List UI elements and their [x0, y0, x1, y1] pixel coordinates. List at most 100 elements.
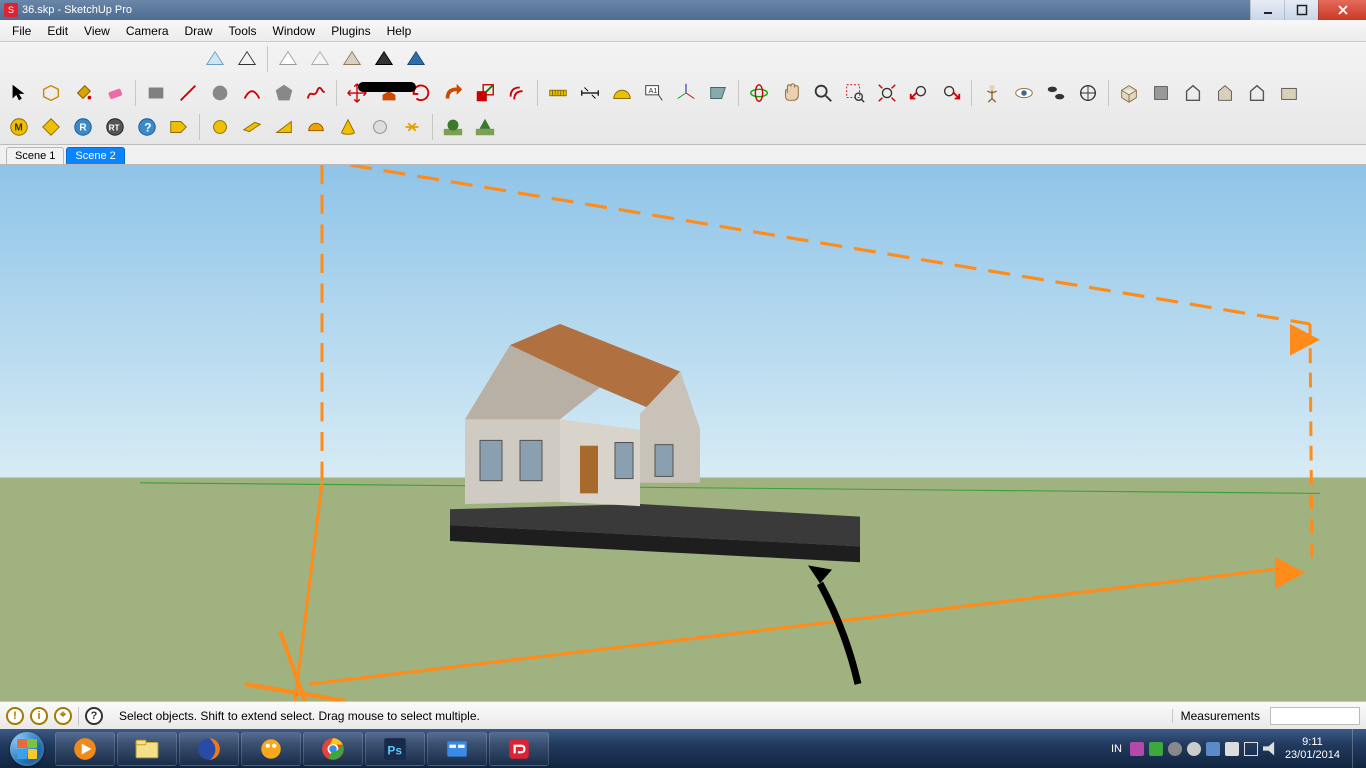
shadow-icon[interactable]	[1073, 78, 1103, 108]
next-icon[interactable]	[936, 78, 966, 108]
tray-icon-3[interactable]	[1168, 742, 1182, 756]
paint-bucket-icon[interactable]	[68, 78, 98, 108]
protractor-icon[interactable]	[607, 78, 637, 108]
make-component-icon[interactable]	[36, 78, 66, 108]
dimension-icon[interactable]	[575, 78, 605, 108]
plugin-tag-icon[interactable]	[164, 112, 194, 142]
menu-camera[interactable]: Camera	[118, 22, 177, 40]
eraser-icon[interactable]	[100, 78, 130, 108]
style-1-icon[interactable]	[200, 44, 230, 74]
plugin-sphere-icon[interactable]	[205, 112, 235, 142]
status-info-icon[interactable]: !	[6, 707, 24, 725]
taskbar-firefox-icon[interactable]	[179, 732, 239, 766]
maximize-button[interactable]	[1284, 0, 1318, 20]
menu-file[interactable]: File	[4, 22, 39, 40]
plugin-tri-icon[interactable]	[269, 112, 299, 142]
tray-battery-icon[interactable]	[1244, 742, 1258, 756]
status-help-icon[interactable]: ?	[85, 707, 103, 725]
axes-icon[interactable]	[671, 78, 701, 108]
plugin-help-icon[interactable]: ?	[132, 112, 162, 142]
followme-icon[interactable]	[438, 78, 468, 108]
taskbar-sketchup-icon[interactable]	[489, 732, 549, 766]
tray-date: 23/01/2014	[1285, 749, 1340, 762]
menu-view[interactable]: View	[76, 22, 118, 40]
menu-edit[interactable]: Edit	[39, 22, 76, 40]
iso-view-icon[interactable]	[1114, 78, 1144, 108]
scale-icon[interactable]	[470, 78, 500, 108]
text-icon[interactable]: A1	[639, 78, 669, 108]
taskbar-app-blue-icon[interactable]	[427, 732, 487, 766]
style-4-icon[interactable]	[305, 44, 335, 74]
plugin-tree2-icon[interactable]	[470, 112, 500, 142]
select-tool-icon[interactable]	[4, 78, 34, 108]
position-camera-icon[interactable]	[977, 78, 1007, 108]
tray-icon-5[interactable]	[1206, 742, 1220, 756]
front-view-icon[interactable]	[1178, 78, 1208, 108]
look-around-icon[interactable]	[1009, 78, 1039, 108]
orbit-icon[interactable]	[744, 78, 774, 108]
menu-help[interactable]: Help	[379, 22, 420, 40]
start-button[interactable]	[0, 729, 54, 768]
style-5-icon[interactable]	[337, 44, 367, 74]
taskbar-explorer-icon[interactable]	[117, 732, 177, 766]
plugin-x-icon[interactable]	[397, 112, 427, 142]
right-view-icon[interactable]	[1210, 78, 1240, 108]
top-view-icon[interactable]	[1146, 78, 1176, 108]
tray-icon-1[interactable]	[1130, 742, 1144, 756]
plugin-r-icon[interactable]: R	[68, 112, 98, 142]
status-user-icon[interactable]: i	[30, 707, 48, 725]
section-icon[interactable]	[703, 78, 733, 108]
plugin-ball-icon[interactable]	[365, 112, 395, 142]
plugin-plane-icon[interactable]	[237, 112, 267, 142]
offset-icon[interactable]	[502, 78, 532, 108]
taskbar-photoshop-icon[interactable]: Ps	[365, 732, 425, 766]
plugin-dome-icon[interactable]	[301, 112, 331, 142]
show-desktop-button[interactable]	[1352, 729, 1360, 768]
freehand-icon[interactable]	[301, 78, 331, 108]
tray-icon-2[interactable]	[1149, 742, 1163, 756]
plugin-m-icon[interactable]: M	[4, 112, 34, 142]
polygon-icon[interactable]	[269, 78, 299, 108]
viewport-3d[interactable]	[0, 165, 1366, 701]
circle-icon[interactable]	[205, 78, 235, 108]
tray-icon-4[interactable]	[1187, 742, 1201, 756]
tray-volume-icon[interactable]	[1263, 742, 1277, 756]
taskbar-app-orange-icon[interactable]	[241, 732, 301, 766]
menu-window[interactable]: Window	[265, 22, 324, 40]
scene-tab-1[interactable]: Scene 1	[6, 147, 64, 164]
plugin-diamond-icon[interactable]	[36, 112, 66, 142]
menu-plugins[interactable]: Plugins	[323, 22, 378, 40]
zoom-icon[interactable]	[808, 78, 838, 108]
left-view-icon[interactable]	[1274, 78, 1304, 108]
style-3-icon[interactable]	[273, 44, 303, 74]
tray-network-icon[interactable]	[1225, 742, 1239, 756]
plugin-cone-icon[interactable]	[333, 112, 363, 142]
close-button[interactable]	[1318, 0, 1366, 20]
style-6-icon[interactable]	[369, 44, 399, 74]
line-icon[interactable]	[173, 78, 203, 108]
rectangle-icon[interactable]	[141, 78, 171, 108]
menu-tools[interactable]: Tools	[221, 22, 265, 40]
zoom-extents-icon[interactable]	[872, 78, 902, 108]
scene-tab-2[interactable]: Scene 2	[66, 147, 124, 164]
zoom-window-icon[interactable]	[840, 78, 870, 108]
walk-icon[interactable]	[1041, 78, 1071, 108]
measurements-input[interactable]	[1270, 707, 1360, 725]
minimize-button[interactable]	[1250, 0, 1284, 20]
toolbar-principal: A1	[0, 76, 1366, 110]
style-7-icon[interactable]	[401, 44, 431, 74]
tray-clock[interactable]: 9:11 23/01/2014	[1285, 736, 1344, 761]
plugin-rt-icon[interactable]: RT	[100, 112, 130, 142]
tape-icon[interactable]	[543, 78, 573, 108]
pan-icon[interactable]	[776, 78, 806, 108]
previous-icon[interactable]	[904, 78, 934, 108]
back-view-icon[interactable]	[1242, 78, 1272, 108]
tray-language[interactable]: IN	[1111, 743, 1122, 755]
plugin-tree1-icon[interactable]	[438, 112, 468, 142]
taskbar-chrome-icon[interactable]	[303, 732, 363, 766]
arc-icon[interactable]	[237, 78, 267, 108]
taskbar-mediaplayer-icon[interactable]	[55, 732, 115, 766]
style-2-icon[interactable]	[232, 44, 262, 74]
menu-draw[interactable]: Draw	[177, 22, 221, 40]
status-geo-icon[interactable]: ⌖	[54, 707, 72, 725]
